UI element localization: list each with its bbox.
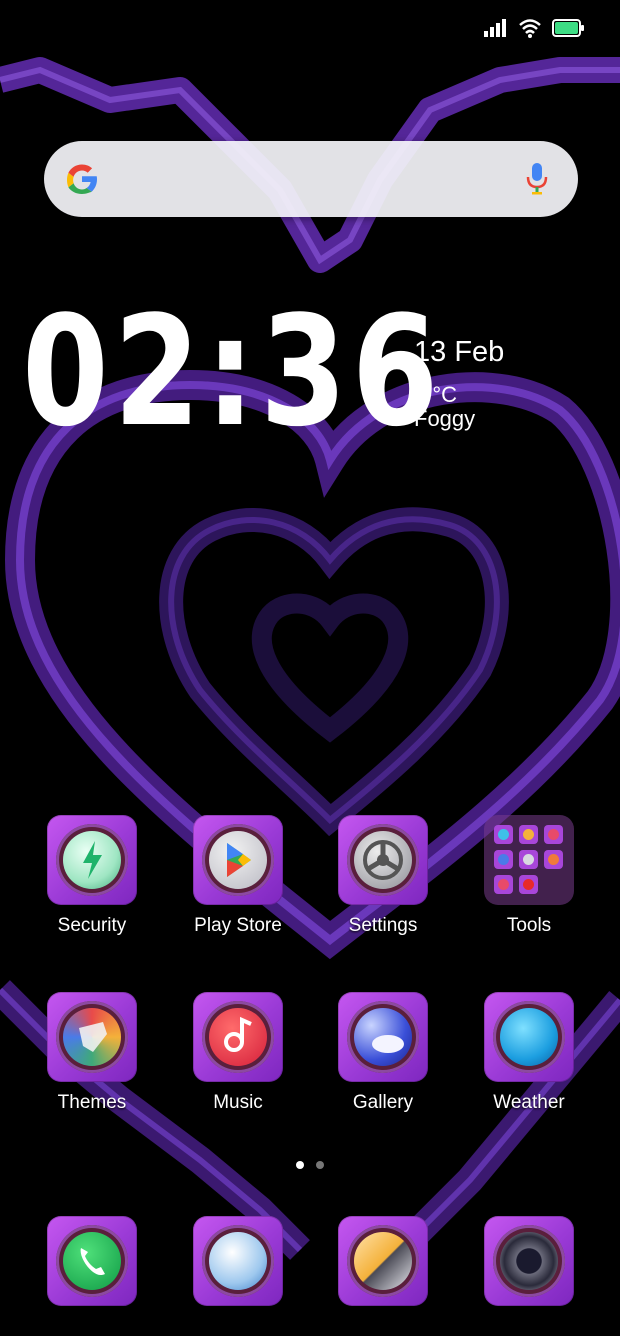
signal-icon	[484, 19, 506, 37]
app-label: Music	[213, 1092, 263, 1113]
weather-icon	[484, 992, 574, 1082]
gallery-icon	[338, 992, 428, 1082]
tools-folder-icon	[484, 815, 574, 905]
google-g-icon	[67, 164, 97, 194]
google-search-bar[interactable]	[44, 141, 578, 217]
app-security[interactable]: Security	[19, 815, 165, 937]
weather-condition: Foggy	[414, 406, 476, 431]
app-play-store[interactable]: Play Store	[165, 815, 311, 937]
dock-messages[interactable]	[165, 1216, 311, 1306]
battery-icon	[552, 19, 584, 37]
browser-icon	[338, 1216, 428, 1306]
security-icon	[47, 815, 137, 905]
app-label: Tools	[506, 915, 552, 936]
clock-time[interactable]: 02:36	[22, 296, 443, 448]
app-gallery[interactable]: Gallery	[310, 992, 456, 1114]
themes-icon	[47, 992, 137, 1082]
app-themes[interactable]: Themes	[19, 992, 165, 1114]
messages-icon	[193, 1216, 283, 1306]
wifi-icon	[519, 19, 541, 38]
settings-icon	[338, 815, 428, 905]
app-weather[interactable]: Weather	[456, 992, 602, 1114]
app-settings[interactable]: Settings	[310, 815, 456, 937]
phone-icon	[47, 1216, 137, 1306]
app-label: Gallery	[352, 1092, 414, 1113]
page-indicator	[296, 1161, 324, 1169]
mic-icon[interactable]	[526, 161, 548, 197]
app-label: Security	[57, 915, 127, 936]
camera-icon	[484, 1216, 574, 1306]
folder-tools[interactable]: Tools	[456, 815, 602, 937]
music-icon	[193, 992, 283, 1082]
page-dot-active	[296, 1161, 304, 1169]
dock-browser[interactable]	[310, 1216, 456, 1306]
clock-date: 13 Feb	[414, 336, 505, 368]
app-label: Settings	[348, 915, 418, 936]
page-dot	[316, 1161, 324, 1169]
dock-phone[interactable]	[19, 1216, 165, 1306]
play-store-icon	[193, 815, 283, 905]
dock-camera[interactable]	[456, 1216, 602, 1306]
app-label: Weather	[493, 1092, 565, 1113]
app-label: Play Store	[194, 915, 282, 936]
app-label: Themes	[57, 1092, 127, 1113]
weather-temperature: 8 °C	[414, 382, 458, 407]
app-music[interactable]: Music	[165, 992, 311, 1114]
status-bar	[484, 18, 584, 38]
